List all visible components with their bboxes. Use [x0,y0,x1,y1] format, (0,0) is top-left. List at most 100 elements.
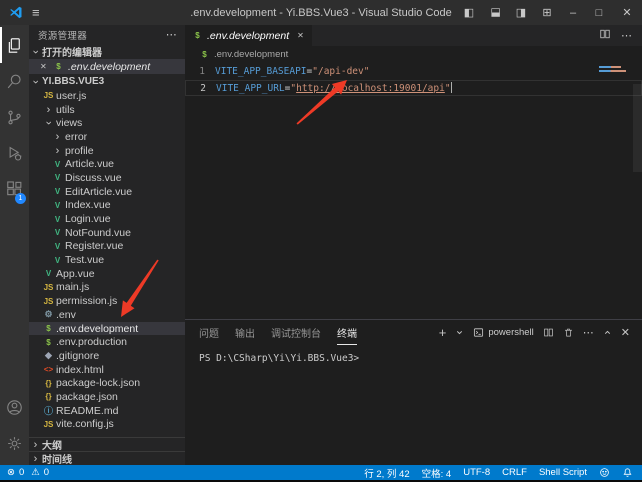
split-terminal-icon[interactable] [543,327,554,338]
tree-item-package.json[interactable]: {}package.json [29,390,185,404]
encoding[interactable]: UTF-8 [463,467,490,478]
menu-icon[interactable]: ≡ [32,5,40,20]
tree-item-Index.vue[interactable]: VIndex.vue [29,199,185,213]
url-link[interactable]: http://localhost:19001/api [296,83,445,94]
split-editor-icon[interactable] [599,27,611,45]
activity-item-source-control[interactable] [0,99,29,135]
language-mode[interactable]: Shell Script [539,467,587,478]
toggle-sidebar-icon[interactable]: ◧ [456,0,482,25]
open-editors-header[interactable]: › 打开的编辑器 [29,44,185,59]
tree-item-.env.development[interactable]: $.env.development [29,322,185,336]
panel-tab-问题[interactable]: 问题 [199,320,219,345]
source-control-icon [5,108,24,127]
dotenv-file-icon: $ [193,31,202,40]
tree-item-index.html[interactable]: <>index.html [29,363,185,377]
tree-item-EditArticle.vue[interactable]: VEditArticle.vue [29,185,185,199]
activity-item-account[interactable] [0,389,29,425]
close-editor-icon[interactable]: ✕ [40,62,49,71]
activity-bar-bottom [0,389,29,465]
vscode-window: ≡ .env.development - Yi.BBS.Vue3 - Visua… [0,0,642,482]
tree-folder-profile[interactable]: ›profile [29,144,185,158]
activity-item-run-debug[interactable] [0,135,29,171]
open-editors-label: 打开的编辑器 [42,44,102,59]
tree-folder-utils[interactable]: ›utils [29,103,185,117]
tree-item-label: .env.development [56,323,138,335]
tree-item-package-lock.json[interactable]: {}package-lock.json [29,376,185,390]
extensions-badge: 1 [15,193,26,204]
line-number: 1 [185,64,205,80]
outline-section-header[interactable]: › 大纲 [29,437,185,451]
tree-item-label: Login.vue [65,213,111,225]
tree-item-Login.vue[interactable]: VLogin.vue [29,212,185,226]
maximize-panel-icon[interactable] [603,328,612,337]
explorer-sidebar: 资源管理器 ⋯ › 打开的编辑器 ✕ $ .env.development › … [29,25,185,465]
tree-item-vite.config.js[interactable]: JSvite.config.js [29,418,185,432]
editor-more-icon[interactable]: ⋯ [621,29,632,42]
tree-item-README.md[interactable]: ⓘREADME.md [29,404,185,418]
kill-terminal-icon[interactable] [563,327,574,338]
problems-status[interactable]: ⊗ 0 ⚠ 0 [7,467,49,478]
panel-tab-输出[interactable]: 输出 [235,320,255,345]
new-terminal-icon[interactable]: + [439,325,447,340]
notifications-bell-icon[interactable] [622,467,633,478]
code-line-2[interactable]: 2VITE_APP_URL="http://localhost:19001/ap… [185,80,642,96]
tree-item-label: index.html [56,364,104,376]
tree-item-label: Test.vue [65,254,104,266]
minimap[interactable] [599,66,626,74]
cursor-position[interactable]: 行 2, 列 42 [364,466,409,480]
editor-code-area[interactable]: 1VITE_APP_BASEAPI="/api-dev"2VITE_APP_UR… [185,62,642,319]
tree-item-.gitignore[interactable]: ◆.gitignore [29,349,185,363]
file-icon-git: ◆ [43,350,54,361]
tree-folder-error[interactable]: ›error [29,130,185,144]
tree-item-Test.vue[interactable]: VTest.vue [29,253,185,267]
editor-scrollbar[interactable] [633,84,642,172]
customize-layout-icon[interactable]: ⊞ [534,0,560,25]
tree-item-Article.vue[interactable]: VArticle.vue [29,157,185,171]
panel-more-icon[interactable]: ⋯ [583,326,594,339]
tab-close-icon[interactable]: ✕ [297,31,304,40]
activity-item-search[interactable] [0,63,29,99]
tree-item-App.vue[interactable]: VApp.vue [29,267,185,281]
terminal-icon [473,327,484,338]
tree-folder-views[interactable]: ›views [29,116,185,130]
close-button[interactable]: ✕ [612,0,642,25]
eol-sequence[interactable]: CRLF [502,467,527,478]
status-bar: ⊗ 0 ⚠ 0 行 2, 列 42 空格: 4 UTF-8 CRLF Shell… [0,465,642,480]
project-section-header[interactable]: › YI.BBS.VUE3 [29,74,185,89]
tree-item-permission.js[interactable]: JSpermission.js [29,294,185,308]
terminal-dropdown-icon[interactable] [455,328,464,337]
activity-item-extensions[interactable]: 1 [0,171,29,207]
tree-item-Register.vue[interactable]: VRegister.vue [29,240,185,254]
panel-tab-终端[interactable]: 终端 [337,320,357,345]
toggle-secondary-sidebar-icon[interactable]: ◨ [508,0,534,25]
feedback-icon[interactable] [599,467,610,478]
toggle-panel-icon[interactable]: ◧ [482,0,508,25]
tree-item-label: vite.config.js [56,418,114,430]
timeline-section-header[interactable]: › 时间线 [29,451,185,465]
terminal-output[interactable]: PS D:\CSharp\Yi\Yi.BBS.Vue3> [185,345,642,465]
tab-env-development[interactable]: $ .env.development ✕ [185,25,312,46]
tree-item-.env.production[interactable]: $.env.production [29,335,185,349]
activity-item-explorer[interactable] [0,27,29,63]
file-icon-dollar: $ [43,324,54,333]
tree-item-main.js[interactable]: JSmain.js [29,281,185,295]
warnings-count: 0 [44,467,49,478]
maximize-button[interactable]: □ [586,0,612,25]
tree-item-NotFound.vue[interactable]: VNotFound.vue [29,226,185,240]
breadcrumb[interactable]: $ .env.development [185,46,642,62]
indentation[interactable]: 空格: 4 [422,466,452,480]
tree-item-Discuss.vue[interactable]: VDiscuss.vue [29,171,185,185]
code-line-1[interactable]: 1VITE_APP_BASEAPI="/api-dev" [185,64,642,80]
shell-selector[interactable]: powershell [473,327,533,338]
sidebar-more-icon[interactable]: ⋯ [166,28,177,41]
warnings-icon: ⚠ [31,467,40,478]
activity-item-settings[interactable] [0,425,29,461]
close-panel-icon[interactable]: ✕ [621,326,630,339]
timeline-label: 时间线 [42,451,72,465]
tree-item-label: user.js [56,90,86,102]
panel-tab-调试控制台[interactable]: 调试控制台 [271,320,321,345]
tree-item-.env[interactable]: ⚙.env [29,308,185,322]
tree-item-user.js[interactable]: JSuser.js [29,89,185,103]
open-editor-item[interactable]: ✕ $ .env.development [29,59,185,74]
minimize-button[interactable]: – [560,0,586,25]
